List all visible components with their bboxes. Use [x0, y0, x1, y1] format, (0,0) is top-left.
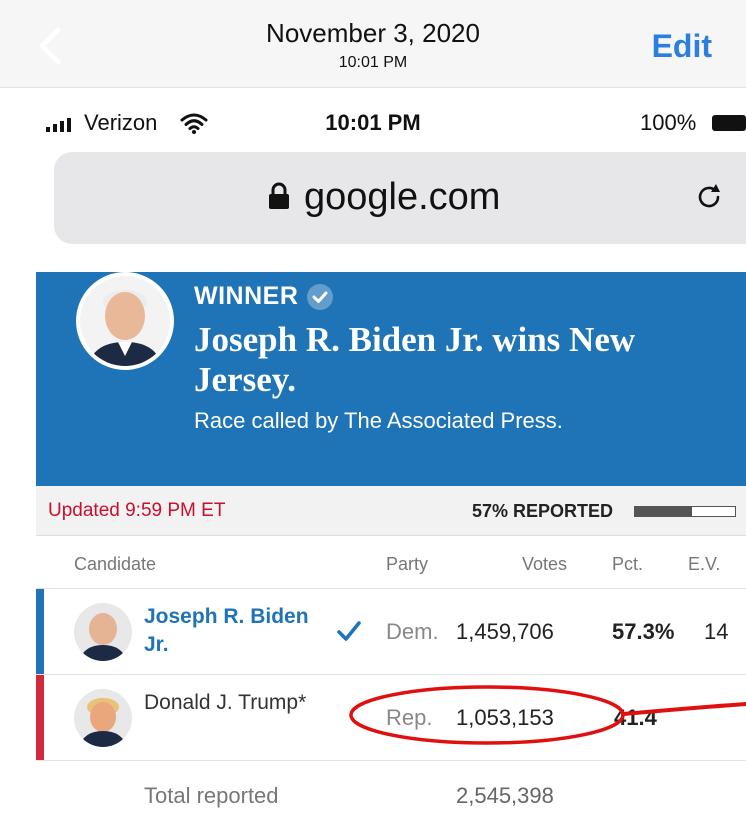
- photos-header: November 3, 2020 10:01 PM Edit: [0, 0, 746, 88]
- photo-time: 10:01 PM: [338, 54, 408, 71]
- screenshot-image: Verizon 10:01 PM 100% google.com WINNER …: [0, 88, 746, 834]
- battery-percent: 100%: [640, 110, 697, 135]
- status-bar: Verizon 10:01 PM 100%: [0, 88, 746, 158]
- reported-percent: 57% REPORTED: [472, 501, 614, 521]
- portrait-icon: [74, 603, 132, 661]
- header-candidate: Candidate: [74, 554, 157, 574]
- lock-icon: [269, 182, 289, 209]
- table-row: Joseph R. Biden Jr. Dem. 1,459,706 57.3%…: [36, 588, 746, 675]
- address-bar[interactable]: google.com: [54, 152, 746, 244]
- party-color-bar: [36, 675, 44, 761]
- total-votes: 2,545,398: [456, 783, 554, 808]
- party-cell: Dem.: [386, 619, 439, 644]
- header-votes: Votes: [522, 554, 568, 574]
- table-row: Donald J. Trump* Rep. 1,053,153 41.4: [36, 674, 746, 761]
- header-pct: Pct.: [612, 554, 644, 574]
- winner-row: WINNER: [194, 282, 334, 311]
- winner-banner: WINNER Joseph R. Biden Jr. wins New Jers…: [36, 272, 746, 486]
- votes-cell: 1,459,706: [456, 619, 554, 644]
- winner-label: WINNER: [194, 282, 299, 310]
- update-strip: Updated 9:59 PM ET 57% REPORTED: [36, 486, 746, 536]
- total-label: Total reported: [144, 783, 279, 808]
- status-clock: 10:01 PM: [325, 110, 421, 135]
- url-text: google.com: [304, 176, 501, 218]
- biden-avatar-small: [74, 603, 132, 661]
- portrait-icon: [74, 689, 132, 747]
- party-cell: Rep.: [386, 705, 433, 730]
- candidate-name[interactable]: Donald J. Trump*: [144, 689, 334, 717]
- called-by-text: Race called by The Associated Press.: [194, 408, 563, 433]
- candidate-name[interactable]: Joseph R. Biden Jr.: [144, 603, 334, 659]
- winner-check-icon: [337, 621, 361, 641]
- winner-headline: Joseph R. Biden Jr. wins New Jersey.: [194, 320, 636, 399]
- check-badge-icon: [307, 283, 334, 310]
- ev-cell: 14: [704, 619, 729, 644]
- portrait-icon: [80, 276, 170, 366]
- header-party: Party: [386, 554, 429, 574]
- biden-avatar: [76, 272, 174, 370]
- party-color-bar: [36, 589, 44, 675]
- trump-avatar-small: [74, 689, 132, 747]
- progress-fill: [635, 507, 692, 516]
- total-row: Total reported 2,545,398: [36, 760, 746, 830]
- pct-cell: 41.4: [614, 705, 657, 730]
- pct-cell: 57.3%: [612, 619, 675, 644]
- header-ev: E.V.: [688, 554, 721, 574]
- reporting-progress-bar: [634, 506, 736, 517]
- updated-time: Updated 9:59 PM ET: [48, 500, 226, 521]
- reload-icon[interactable]: [694, 182, 724, 212]
- votes-cell: 1,053,153: [456, 705, 554, 730]
- photo-date: November 3, 2020: [266, 18, 480, 48]
- edit-button[interactable]: Edit: [652, 28, 712, 65]
- battery-icon: [712, 115, 746, 131]
